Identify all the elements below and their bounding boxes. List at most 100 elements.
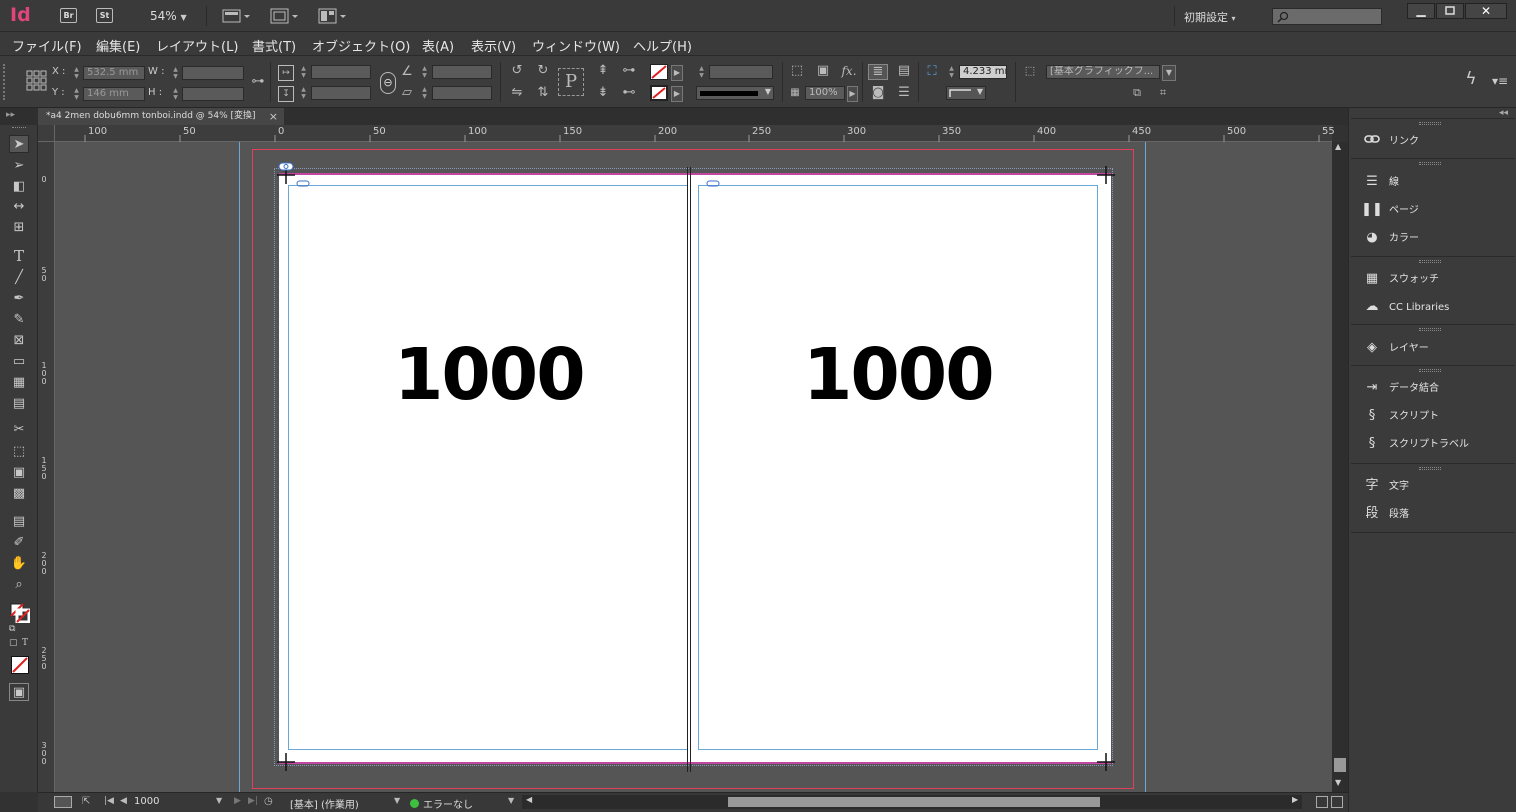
panel-menu-icon[interactable]: ▾≡ — [1491, 74, 1509, 88]
effects-shadow-icon[interactable]: ▣ — [814, 64, 832, 78]
current-page-field[interactable]: 1000 — [134, 796, 159, 807]
panel-pages[interactable]: ❚❚ ページ — [1361, 199, 1511, 221]
y-spinner[interactable]: ▲ ▼ — [72, 87, 81, 101]
screen-mode-icon[interactable] — [270, 8, 300, 24]
hand-tool-icon[interactable]: ✋ — [9, 555, 29, 573]
menu-edit[interactable]: 編集(E) — [96, 36, 140, 55]
rotate-angle-field[interactable] — [432, 65, 492, 79]
stroke-type-select[interactable]: ▼ — [696, 86, 774, 100]
first-page-icon[interactable]: |◀ — [104, 796, 114, 806]
panel-group-grip[interactable] — [1419, 467, 1441, 470]
x-position-field[interactable]: 532.5 mm — [83, 66, 145, 80]
page-tool-icon[interactable]: ◧ — [9, 178, 29, 196]
view-options-icon[interactable] — [222, 8, 252, 24]
panel-group-grip[interactable] — [1419, 369, 1441, 372]
quick-apply-icon[interactable]: ϟ — [1462, 71, 1480, 88]
menu-help[interactable]: ヘルプ(H) — [633, 36, 692, 55]
corner-shape-select[interactable]: ▼ — [946, 86, 986, 100]
direct-selection-tool-icon[interactable]: ➢ — [9, 157, 29, 175]
pasteboard[interactable]: 1000 1000 — [55, 142, 1332, 792]
pen-tool-icon[interactable]: ✒ — [9, 290, 29, 308]
close-window-button[interactable]: ✕ — [1465, 3, 1507, 19]
scroll-up-icon[interactable]: ▲ — [1335, 142, 1341, 151]
apply-none-icon[interactable] — [11, 656, 29, 674]
menu-table[interactable]: 表(A) — [422, 36, 454, 55]
fill-swatch[interactable] — [650, 64, 668, 80]
stroke-weight-spinner[interactable]: ▲ ▼ — [697, 65, 706, 79]
preflight-status[interactable]: エラーなし — [423, 796, 473, 811]
page-left[interactable]: 1000 — [279, 173, 689, 764]
search-input[interactable] — [1272, 8, 1382, 25]
minimize-button[interactable]: ▁ — [1407, 3, 1435, 19]
screen-mode-tool-icon[interactable]: ▣ — [9, 683, 29, 701]
rotate-cw-icon[interactable]: ↻ — [534, 64, 552, 78]
stroke-size-spinner[interactable]: ▲ ▼ — [947, 65, 956, 79]
auto-fit-icon[interactable]: ⌗ — [1152, 86, 1174, 100]
scroll-down-icon[interactable]: ▼ — [1335, 778, 1341, 787]
rectangle-tool-icon[interactable]: ▭ — [9, 353, 29, 371]
panel-group-grip[interactable] — [1419, 260, 1441, 263]
formatting-container-icon[interactable]: ▢ — [9, 638, 18, 648]
previous-page-icon[interactable]: ◀ — [120, 796, 127, 806]
frame-fitting-icon[interactable]: ⛶ — [924, 65, 940, 79]
panel-group-grip[interactable] — [1419, 122, 1441, 125]
select-previous-icon[interactable]: ⊶ — [618, 64, 640, 78]
table-tool-icon[interactable]: ▦ — [9, 374, 29, 392]
next-page-icon[interactable]: ▶ — [234, 796, 241, 806]
height-field[interactable] — [182, 87, 244, 101]
flip-vertical-icon[interactable]: ⇅ — [534, 86, 552, 100]
scale-y-spinner[interactable]: ▲ ▼ — [299, 86, 308, 100]
menu-window[interactable]: ウィンドウ(W) — [532, 36, 620, 55]
panel-paragraph[interactable]: 段段落 — [1361, 503, 1511, 525]
text-wrap-bbox-icon[interactable]: ▤ — [894, 64, 914, 78]
close-tab-icon[interactable]: × — [269, 108, 278, 125]
fill-stroke-swatch[interactable] — [10, 603, 31, 624]
select-next-icon[interactable]: ⊷ — [618, 86, 640, 100]
vertical-scrollbar[interactable]: ▲ ▼ — [1332, 142, 1348, 792]
collapse-toolbox-icon[interactable]: ▸▸ — [6, 110, 15, 120]
page-right[interactable]: 1000 — [689, 173, 1111, 764]
arrange-documents-icon[interactable] — [318, 8, 348, 24]
constrain-scale-icon[interactable]: ⊖ — [380, 72, 396, 94]
scroll-thumb[interactable] — [1334, 758, 1346, 772]
flip-horizontal-icon[interactable]: ⇋ — [508, 86, 526, 100]
gradient-swatch-tool-icon[interactable]: ▣ — [9, 464, 29, 482]
rotate-spinner[interactable]: ▲ ▼ — [420, 65, 429, 79]
select-container-icon[interactable]: ⇞ — [594, 64, 612, 78]
fx-effects-icon[interactable]: fx. — [838, 64, 860, 78]
open-in-bridge-icon[interactable]: ⇱ — [82, 796, 90, 807]
free-transform-tool-icon[interactable]: ⬚ — [9, 443, 29, 461]
rectangle-frame-tool-icon[interactable]: ⊠ — [9, 332, 29, 350]
panel-data-merge[interactable]: ⇥ データ結合 — [1361, 377, 1511, 399]
note-tool-icon[interactable]: ▤ — [9, 513, 29, 531]
menu-file[interactable]: ファイル(F) — [12, 36, 82, 55]
scale-x-field[interactable] — [311, 65, 371, 79]
type-tool-icon[interactable]: T — [9, 247, 29, 265]
panel-stroke[interactable]: ☰ 線 — [1361, 171, 1511, 193]
object-style-dropdown-icon[interactable]: ▼ — [1162, 65, 1176, 81]
text-wrap-jump-icon[interactable]: ☰ — [894, 86, 914, 100]
master-dropdown-icon[interactable]: ▼ — [394, 796, 400, 805]
horizontal-scroll-thumb[interactable] — [728, 797, 1100, 807]
stroke-swatch[interactable] — [650, 85, 668, 101]
gradient-feather-tool-icon[interactable]: ▩ — [9, 485, 29, 503]
gap-tool-icon[interactable]: ↔ — [9, 198, 29, 216]
formatting-text-icon[interactable]: T — [22, 638, 28, 648]
stock-button[interactable]: St — [96, 8, 113, 23]
zoom-level[interactable]: 54% ▼ — [150, 9, 187, 23]
master-page-icon[interactable]: ◷ — [264, 796, 273, 807]
h-spinner[interactable]: ▲ ▼ — [171, 87, 180, 101]
stroke-weight-field[interactable] — [709, 65, 773, 79]
panel-links[interactable]: リンク — [1361, 130, 1511, 152]
zoom-tool-icon[interactable]: ⌕ — [9, 576, 29, 594]
split-window-icon[interactable] — [1316, 796, 1328, 808]
grid-tool-icon[interactable]: ▤ — [9, 395, 29, 413]
menu-type[interactable]: 書式(T) — [252, 36, 296, 55]
pencil-tool-icon[interactable]: ✎ — [9, 311, 29, 329]
panel-script-label[interactable]: § スクリプトラベル — [1361, 433, 1511, 455]
content-collector-icon[interactable]: ⊞ — [9, 219, 29, 237]
scissors-tool-icon[interactable]: ✂ — [9, 421, 29, 439]
maximize-button[interactable] — [1436, 3, 1464, 19]
page-number-text[interactable]: 1000 — [394, 333, 586, 416]
preflight-dropdown-icon[interactable]: ▼ — [508, 796, 514, 805]
